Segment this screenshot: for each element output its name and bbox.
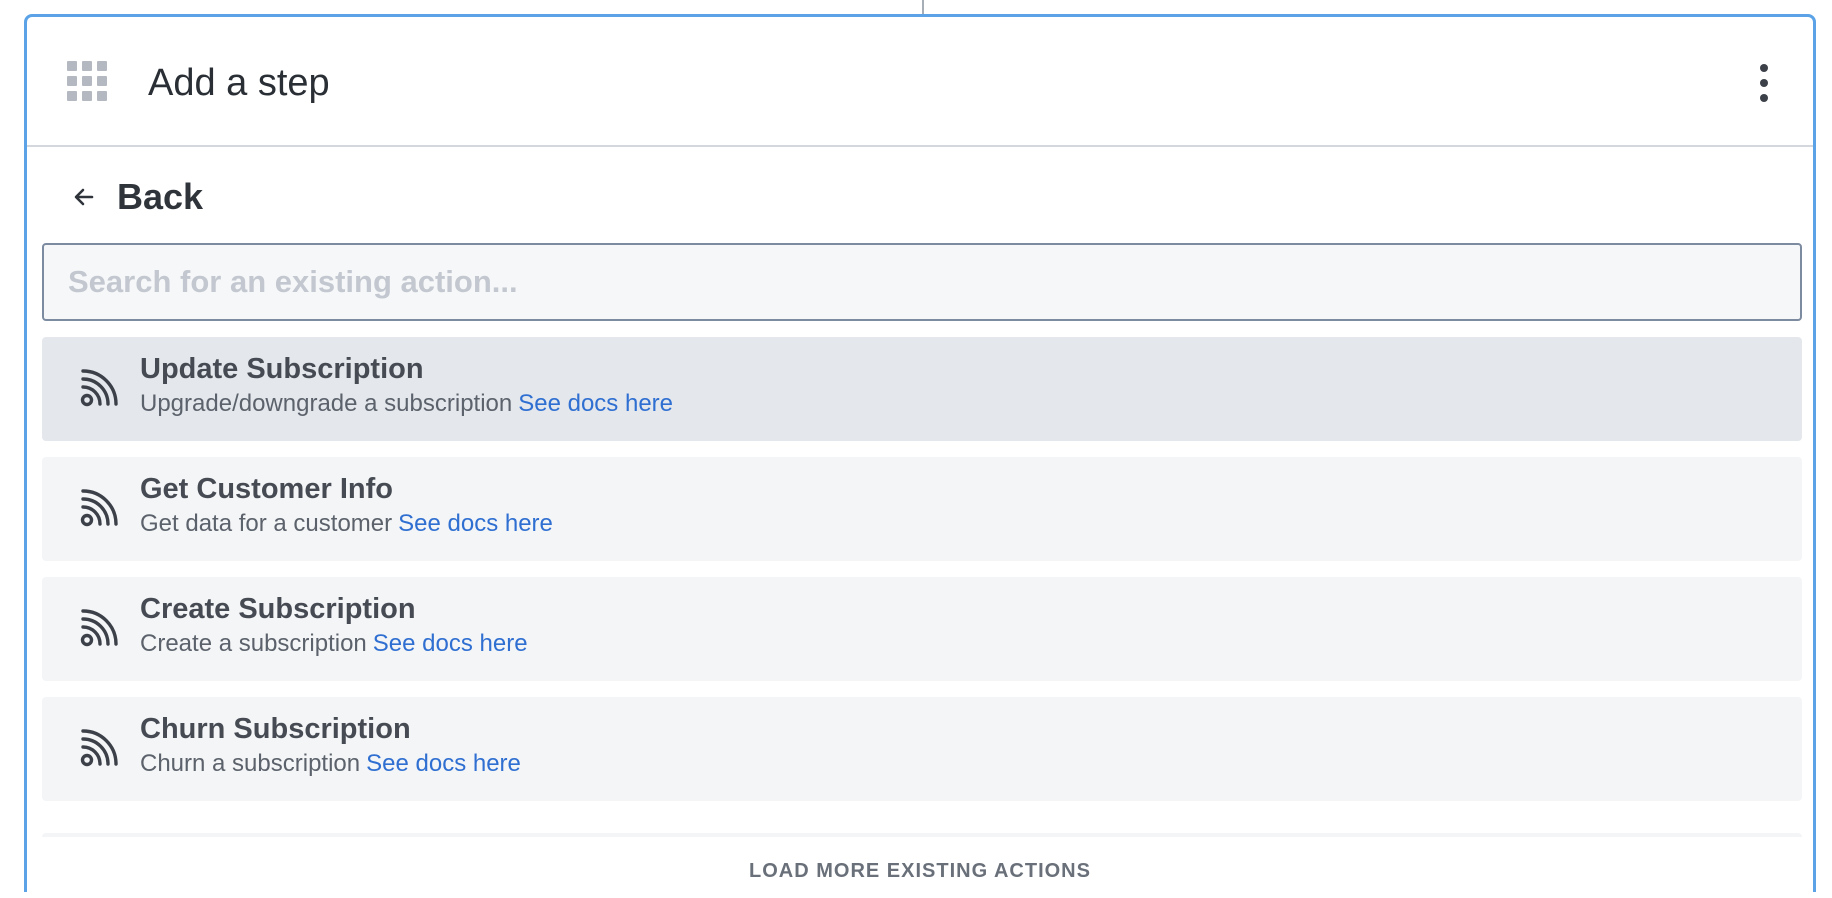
rss-feed-icon bbox=[80, 609, 118, 647]
action-description: Create a subscription See docs here bbox=[140, 628, 528, 660]
action-description: Upgrade/downgrade a subscription See docs… bbox=[140, 388, 673, 420]
more-options-icon[interactable] bbox=[1749, 61, 1779, 105]
rss-feed-icon bbox=[80, 729, 118, 767]
action-title: Churn Subscription bbox=[140, 713, 411, 745]
action-description-text: Upgrade/downgrade a subscription bbox=[140, 390, 513, 417]
panel-title: Add a step bbox=[148, 62, 330, 104]
action-title: Create Subscription bbox=[140, 593, 416, 625]
search-field[interactable] bbox=[42, 243, 1802, 321]
rss-feed-icon bbox=[80, 369, 118, 407]
see-docs-link[interactable]: See docs here bbox=[373, 630, 528, 657]
see-docs-link[interactable]: See docs here bbox=[398, 510, 553, 537]
action-item-update-subscription[interactable]: Update Subscription Upgrade/downgrade a … bbox=[42, 337, 1802, 441]
add-step-panel: Add a step Back Update Subscription Upgr… bbox=[24, 14, 1816, 892]
action-item-create-subscription[interactable]: Create Subscription Create a subscriptio… bbox=[42, 577, 1802, 681]
see-docs-link[interactable]: See docs here bbox=[518, 390, 673, 417]
action-item-get-customer-info[interactable]: Get Customer Info Get data for a custome… bbox=[42, 457, 1802, 561]
back-button[interactable]: Back bbox=[67, 175, 203, 219]
action-description-text: Churn a subscription bbox=[140, 750, 361, 777]
action-description: Get data for a customer See docs here bbox=[140, 508, 553, 540]
grid-icon bbox=[67, 61, 107, 101]
rss-feed-icon bbox=[80, 489, 118, 527]
see-docs-link[interactable]: See docs here bbox=[366, 750, 521, 777]
panel-header: Add a step bbox=[27, 17, 1813, 147]
action-title: Update Subscription bbox=[140, 353, 424, 385]
action-title: Get Customer Info bbox=[140, 473, 393, 505]
action-list: Update Subscription Upgrade/downgrade a … bbox=[42, 337, 1802, 817]
back-label: Back bbox=[117, 176, 204, 217]
arrow-left-icon bbox=[67, 180, 101, 214]
flow-connector-line bbox=[922, 0, 924, 14]
action-description-text: Get data for a customer bbox=[140, 510, 393, 537]
action-description: Churn a subscription See docs here bbox=[140, 748, 521, 780]
action-item-churn-subscription[interactable]: Churn Subscription Churn a subscription S… bbox=[42, 697, 1802, 801]
list-item-peek bbox=[42, 833, 1802, 837]
action-description-text: Create a subscription bbox=[140, 630, 367, 657]
load-more-button[interactable]: LOAD MORE EXISTING ACTIONS bbox=[27, 857, 1813, 885]
search-input[interactable] bbox=[44, 245, 1800, 319]
